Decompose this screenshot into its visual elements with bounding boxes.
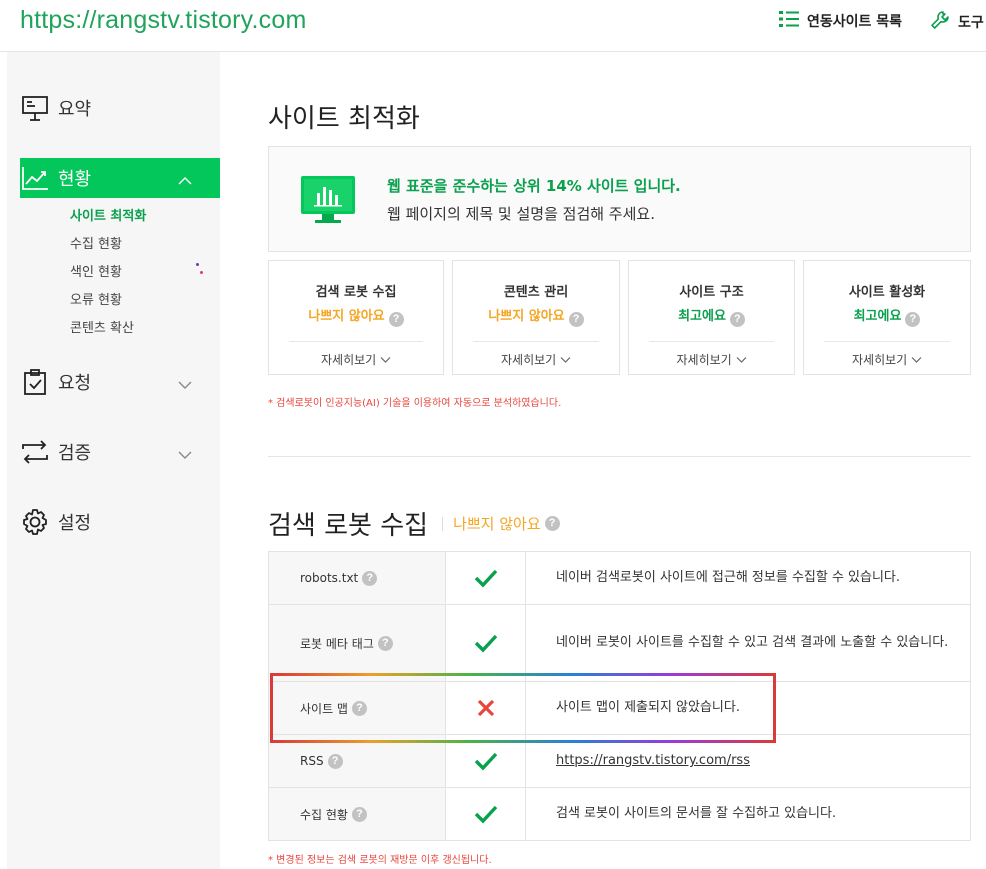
sidebar-item-label: 요청 xyxy=(58,373,92,394)
linked-sites-label: 연동사이트 목록 xyxy=(807,14,903,30)
card-title: 사이트 활성화 xyxy=(848,285,926,300)
table-row: 로봇 메타 태그? 네이버 로봇이 사이트를 수집할 수 있고 검색 결과에 노… xyxy=(268,605,971,682)
help-icon[interactable]: ? xyxy=(905,312,921,327)
table-row: robots.txt? 네이버 검색로봇이 사이트에 접근해 정보를 수집할 수… xyxy=(268,552,971,605)
row-description: 검색 로봇이 사이트의 문서를 잘 수집하고 있습니다. xyxy=(556,806,837,821)
row-label: RSS? xyxy=(269,735,446,787)
divider xyxy=(268,456,971,457)
sync-arrows-icon xyxy=(20,437,50,467)
check-icon xyxy=(446,605,526,681)
update-note: * 변경된 정보는 검색 로봇의 재방문 이후 갱신됩니다. xyxy=(268,855,492,866)
help-icon[interactable]: ? xyxy=(362,570,378,586)
help-icon[interactable]: ? xyxy=(351,806,367,822)
card-activation: 사이트 활성화 최고에요? 자세히보기 xyxy=(803,260,971,375)
gear-icon xyxy=(20,507,50,537)
crawl-check-table: robots.txt? 네이버 검색로봇이 사이트에 접근해 정보를 수집할 수… xyxy=(268,551,971,841)
sidebar-subitem-crawl-status[interactable]: 수집 현황 xyxy=(70,233,122,252)
sidebar-item-label: 현황 xyxy=(58,169,92,190)
row-description: 네이버 로봇이 사이트를 수집할 수 있고 검색 결과에 노출할 수 있습니다. xyxy=(556,635,949,650)
chevron-down-icon xyxy=(736,353,747,367)
clipboard-check-icon xyxy=(20,367,50,397)
sidebar-subitem-content-spread[interactable]: 콘텐츠 확산 xyxy=(70,317,134,336)
ai-analysis-note: * 검색로봇이 인공지능(AI) 기술을 이용하여 자동으로 분석하였습니다. xyxy=(268,398,562,409)
card-more-button[interactable]: 자세히보기 xyxy=(269,351,443,368)
card-status: 최고에요? xyxy=(629,305,794,327)
sidebar-item-label: 검증 xyxy=(58,443,92,464)
chevron-down-icon xyxy=(380,353,391,367)
chevron-down-icon xyxy=(178,374,192,395)
row-label: robots.txt? xyxy=(269,552,446,604)
card-title: 사이트 구조 xyxy=(679,285,744,300)
linked-sites-link[interactable]: 연동사이트 목록 xyxy=(779,10,902,32)
sidebar-item-request[interactable]: 요청 xyxy=(20,362,220,402)
row-label: 사이트 맵? xyxy=(269,682,446,734)
card-status: 나쁘지 않아요? xyxy=(453,305,619,327)
sidebar-item-settings[interactable]: 설정 xyxy=(20,502,220,542)
sidebar-subitem-index-status[interactable]: 색인 현황 xyxy=(70,261,122,280)
card-more-button[interactable]: 자세히보기 xyxy=(453,351,619,368)
row-description: 네이버 검색로봇이 사이트에 접근해 정보를 수집할 수 있습니다. xyxy=(556,570,901,585)
chevron-down-icon xyxy=(178,444,192,465)
help-icon[interactable]: ? xyxy=(729,312,745,327)
wrench-icon xyxy=(930,10,950,34)
row-description: 사이트 맵이 제출되지 않았습니다. xyxy=(556,700,740,715)
category-cards: 검색 로봇 수집 나쁘지 않아요? 자세히보기 콘텐츠 관리 나쁘지 않아요? … xyxy=(268,260,971,375)
tools-link[interactable]: 도구 xyxy=(930,10,984,34)
trend-chart-icon xyxy=(20,163,50,193)
sidebar-item-summary[interactable]: 요약 xyxy=(20,88,220,128)
chevron-down-icon xyxy=(911,353,922,367)
monitor-chart-icon xyxy=(300,175,356,229)
row-label: 로봇 메타 태그? xyxy=(269,605,446,681)
summary-headline: 웹 표준을 준수하는 상위 14% 사이트 입니다. xyxy=(387,177,681,195)
sidebar-item-label: 요약 xyxy=(58,99,92,120)
help-icon[interactable]: ? xyxy=(544,516,560,531)
table-row: 사이트 맵? 사이트 맵이 제출되지 않았습니다. xyxy=(268,682,971,735)
summary-subtext: 웹 페이지의 제목 및 설명을 점검해 주세요. xyxy=(387,205,655,223)
help-icon[interactable]: ? xyxy=(377,635,393,651)
table-row: RSS? https://rangstv.tistory.com/rss xyxy=(268,735,971,788)
sidebar-item-label: 설정 xyxy=(58,513,92,534)
card-more-button[interactable]: 자세히보기 xyxy=(804,351,970,368)
card-content: 콘텐츠 관리 나쁘지 않아요? 자세히보기 xyxy=(452,260,620,375)
card-title: 검색 로봇 수집 xyxy=(315,285,397,300)
page-title: 사이트 최적화 xyxy=(268,104,420,134)
rss-link[interactable]: https://rangstv.tistory.com/rss xyxy=(556,748,750,774)
card-status: 최고에요? xyxy=(804,305,970,327)
help-icon[interactable]: ? xyxy=(568,312,584,327)
list-icon xyxy=(779,10,799,32)
sidebar-subitem-site-optimization[interactable]: 사이트 최적화 xyxy=(70,205,146,224)
optimization-summary: 웹 표준을 준수하는 상위 14% 사이트 입니다. 웹 페이지의 제목 및 설… xyxy=(268,146,971,252)
section-status: 나쁘지 않아요 xyxy=(453,515,541,533)
row-description: https://rangstv.tistory.com/rss xyxy=(526,735,970,787)
chevron-down-icon xyxy=(560,353,571,367)
help-icon[interactable]: ? xyxy=(351,700,367,716)
top-bar: https://rangstv.tistory.com 연동사이트 목록 도구 xyxy=(0,0,986,52)
sidebar-item-status[interactable]: 현황 xyxy=(20,158,220,198)
presentation-icon xyxy=(20,93,50,123)
chevron-up-icon xyxy=(178,170,192,191)
card-status: 나쁘지 않아요? xyxy=(269,305,443,327)
help-icon[interactable]: ? xyxy=(388,312,404,327)
check-icon xyxy=(446,735,526,787)
sidebar-item-verify[interactable]: 검증 xyxy=(20,432,220,472)
card-title: 콘텐츠 관리 xyxy=(503,285,569,300)
card-structure: 사이트 구조 최고에요? 자세히보기 xyxy=(628,260,795,375)
row-label: 수집 현황? xyxy=(269,788,446,840)
sidebar: 요약 현황 사이트 최적화 수집 현황 색인 현황 오류 현황 콘텐츠 확산 요… xyxy=(7,52,220,869)
tools-label: 도구 xyxy=(958,15,984,31)
card-more-button[interactable]: 자세히보기 xyxy=(629,351,794,368)
site-url[interactable]: https://rangstv.tistory.com xyxy=(20,6,307,35)
check-icon xyxy=(446,552,526,604)
table-row: 수집 현황? 검색 로봇이 사이트의 문서를 잘 수집하고 있습니다. xyxy=(268,788,971,841)
section-title: 검색 로봇 수집 나쁘지 않아요 ? xyxy=(268,505,560,542)
check-icon xyxy=(446,788,526,840)
card-crawl: 검색 로봇 수집 나쁘지 않아요? 자세히보기 xyxy=(268,260,444,375)
help-icon[interactable]: ? xyxy=(327,753,343,769)
sidebar-subitem-error-status[interactable]: 오류 현황 xyxy=(70,289,122,308)
notification-dot xyxy=(200,271,203,274)
cross-icon xyxy=(446,682,526,734)
notification-dot xyxy=(196,263,199,266)
